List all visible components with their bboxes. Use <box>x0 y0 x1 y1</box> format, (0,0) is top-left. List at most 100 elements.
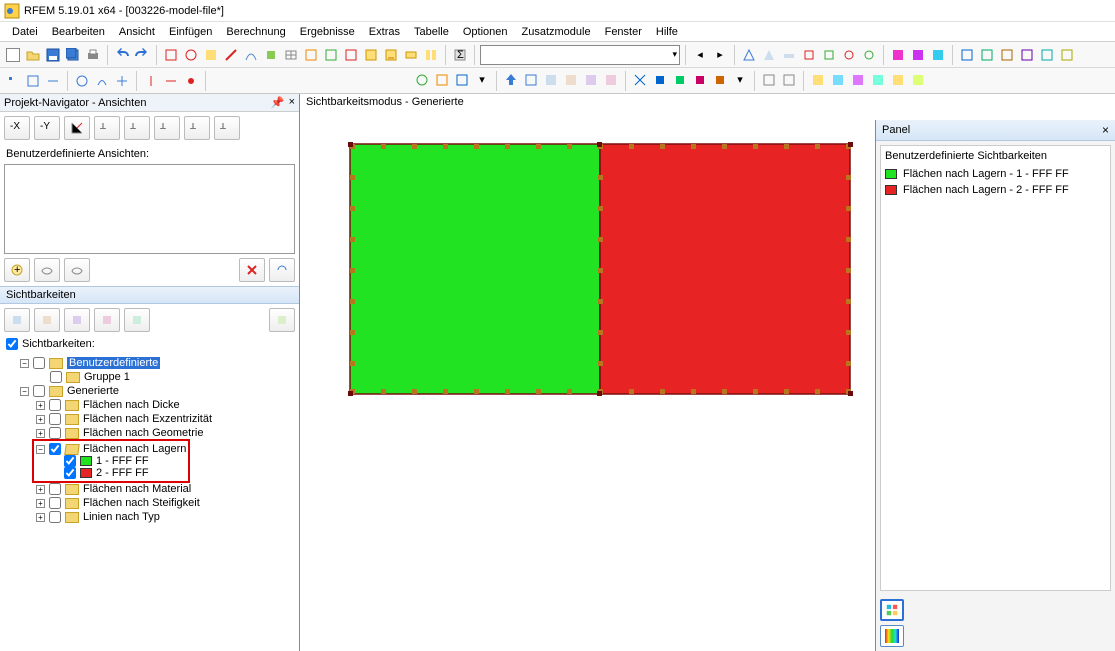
menu-berechnung[interactable]: Berechnung <box>220 24 291 40</box>
tool-icon[interactable] <box>542 71 560 89</box>
vis-tool-icon[interactable] <box>4 308 30 332</box>
expand-icon[interactable]: − <box>36 445 45 454</box>
tool-icon[interactable] <box>631 71 649 89</box>
tool-icon[interactable] <box>760 71 778 89</box>
tree-checkbox[interactable] <box>49 427 61 439</box>
tool-icon[interactable] <box>978 46 996 64</box>
menu-ergebnisse[interactable]: Ergebnisse <box>294 24 361 40</box>
tool-icon[interactable] <box>671 71 689 89</box>
tool-icon[interactable] <box>242 46 260 64</box>
view-tool-icon[interactable] <box>34 258 60 282</box>
tree-item-group1[interactable]: Gruppe 1 <box>84 371 130 383</box>
menu-tabelle[interactable]: Tabelle <box>408 24 455 40</box>
tree-item-bystiffness[interactable]: Flächen nach Steifigkeit <box>83 497 200 509</box>
tool-icon[interactable] <box>142 72 160 90</box>
tool-icon[interactable] <box>433 71 451 89</box>
tool-icon[interactable] <box>453 71 471 89</box>
tool-icon[interactable] <box>998 46 1016 64</box>
tool-icon[interactable] <box>382 46 400 64</box>
tool-icon[interactable] <box>182 46 200 64</box>
view-icon[interactable]: ⟂ <box>184 116 210 140</box>
tool-icon[interactable] <box>780 46 798 64</box>
tree-checkbox[interactable] <box>64 467 76 479</box>
tool-icon[interactable] <box>413 71 431 89</box>
view-icon[interactable]: ⟂ <box>124 116 150 140</box>
tree-item-bymaterial[interactable]: Flächen nach Material <box>83 483 191 495</box>
view-icon[interactable]: ⟂ <box>214 116 240 140</box>
menu-fenster[interactable]: Fenster <box>599 24 648 40</box>
tree-checkbox[interactable] <box>49 399 61 411</box>
delete-view-icon[interactable] <box>239 258 265 282</box>
expand-icon[interactable]: + <box>36 499 45 508</box>
tool-icon[interactable] <box>162 72 180 90</box>
tool-icon[interactable] <box>820 46 838 64</box>
nav-prev-icon[interactable]: ◂ <box>691 46 709 64</box>
expand-icon[interactable]: + <box>36 485 45 494</box>
tool-icon[interactable] <box>889 46 907 64</box>
tree-checkbox[interactable] <box>64 455 76 467</box>
tree-checkbox[interactable] <box>33 385 45 397</box>
tool-icon[interactable] <box>402 46 420 64</box>
view-z-icon[interactable] <box>64 116 90 140</box>
view-icon[interactable]: ⟂ <box>94 116 120 140</box>
menu-ansicht[interactable]: Ansicht <box>113 24 161 40</box>
view-icon[interactable]: ⟂ <box>154 116 180 140</box>
add-view-icon[interactable]: + <box>4 258 30 282</box>
tool-icon[interactable] <box>1058 46 1076 64</box>
tree-checkbox[interactable] <box>49 483 61 495</box>
tool-icon[interactable] <box>849 71 867 89</box>
tool-icon[interactable] <box>162 46 180 64</box>
visibility-tree[interactable]: − Benutzerdefinierte Gruppe 1 − <box>0 352 299 651</box>
tool-icon[interactable] <box>1018 46 1036 64</box>
tool-icon[interactable] <box>780 71 798 89</box>
expand-icon[interactable]: + <box>36 401 45 410</box>
tree-item-linesbytype[interactable]: Linien nach Typ <box>83 511 160 523</box>
new-icon[interactable] <box>4 46 22 64</box>
expand-icon[interactable]: + <box>36 429 45 438</box>
tree-checkbox[interactable] <box>49 497 61 509</box>
tool-icon[interactable] <box>651 71 669 89</box>
menu-zusatzmodule[interactable]: Zusatzmodule <box>516 24 597 40</box>
tree-item-2[interactable]: 2 - FFF FF <box>96 467 149 479</box>
menu-hilfe[interactable]: Hilfe <box>650 24 684 40</box>
tree-checkbox[interactable] <box>49 443 61 455</box>
menu-bearbeiten[interactable]: Bearbeiten <box>46 24 111 40</box>
vis-tool-icon[interactable] <box>269 308 295 332</box>
tool-icon[interactable] <box>222 46 240 64</box>
tool-icon[interactable] <box>73 72 91 90</box>
nav-next-icon[interactable]: ▸ <box>711 46 729 64</box>
tree-item-byeccentricity[interactable]: Flächen nach Exzentrizität <box>83 413 212 425</box>
calc-icon[interactable]: Σ <box>451 46 469 64</box>
menu-einfuegen[interactable]: Einfügen <box>163 24 218 40</box>
expand-icon[interactable]: − <box>20 387 29 396</box>
tree-checkbox[interactable] <box>49 413 61 425</box>
tool-icon[interactable] <box>93 72 111 90</box>
tool-icon[interactable] <box>522 71 540 89</box>
open-icon[interactable] <box>24 46 42 64</box>
tool-icon[interactable] <box>342 46 360 64</box>
tool-icon[interactable] <box>909 46 927 64</box>
tool-icon[interactable] <box>202 46 220 64</box>
print-icon[interactable] <box>84 46 102 64</box>
tool-icon[interactable] <box>691 71 709 89</box>
menu-datei[interactable]: Datei <box>6 24 44 40</box>
tool-icon[interactable] <box>711 71 729 89</box>
menu-optionen[interactable]: Optionen <box>457 24 514 40</box>
tool-icon[interactable] <box>1038 46 1056 64</box>
expand-icon[interactable]: + <box>36 513 45 522</box>
tool-icon[interactable] <box>562 71 580 89</box>
tool-icon[interactable] <box>582 71 600 89</box>
view-x-icon[interactable]: -X <box>4 116 30 140</box>
panel-mode-icon[interactable] <box>880 599 904 621</box>
tool-icon[interactable] <box>4 72 22 90</box>
tool-icon[interactable] <box>740 46 758 64</box>
tool-icon[interactable] <box>840 46 858 64</box>
tool-icon[interactable] <box>282 46 300 64</box>
tree-checkbox[interactable] <box>50 371 62 383</box>
close-icon[interactable]: × <box>289 96 295 109</box>
expand-icon[interactable]: + <box>36 415 45 424</box>
tool-icon[interactable]: ▾ <box>731 71 749 89</box>
pin-icon[interactable]: 📌 <box>271 96 285 109</box>
tree-item-userdefined[interactable]: Benutzerdefinierte <box>67 357 160 369</box>
tool-icon[interactable] <box>362 46 380 64</box>
